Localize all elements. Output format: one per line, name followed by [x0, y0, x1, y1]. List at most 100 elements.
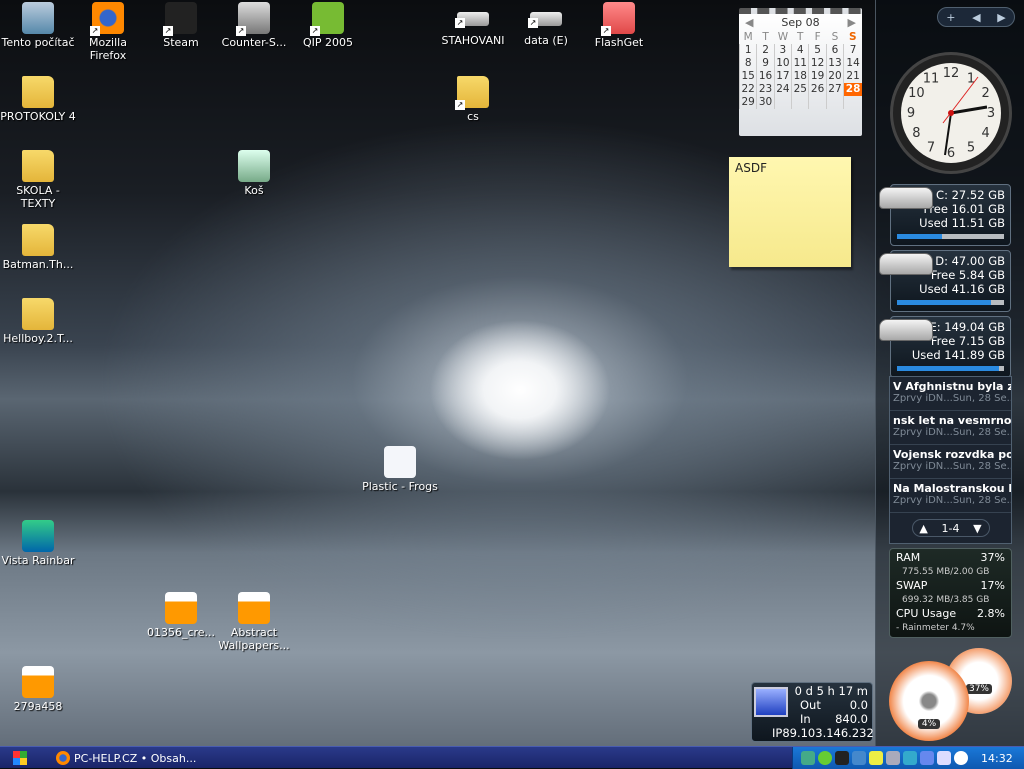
desktop-icon[interactable]: Vista Rainbar	[0, 520, 76, 567]
calendar-day[interactable]: 11	[791, 57, 809, 70]
steam-tray-icon[interactable]	[835, 751, 849, 765]
calendar-day[interactable]: 7	[843, 44, 862, 57]
calendar-day[interactable]: 15	[738, 70, 757, 83]
drive-usage-bar	[897, 234, 1004, 239]
calendar-day[interactable]: 10	[773, 57, 792, 70]
desktop-icon[interactable]: Batman.Th...	[0, 224, 76, 271]
desktop-icon[interactable]: Abstract Wallpapers...	[216, 592, 292, 652]
calendar-day[interactable]: 20	[825, 70, 844, 83]
prev-month-button[interactable]: ◀	[745, 16, 753, 29]
desktop-icon[interactable]: FlashGet	[581, 2, 657, 49]
desktop-icon[interactable]: 279a458	[0, 666, 76, 713]
svg-text:6: 6	[947, 146, 955, 161]
start-button[interactable]	[13, 751, 27, 765]
messenger-tray-icon[interactable]	[852, 751, 866, 765]
news-pager: ▲ 1-4 ▼	[911, 519, 990, 537]
calendar-day[interactable]: 24	[773, 83, 792, 96]
calendar-day[interactable]: 21	[843, 70, 862, 83]
desktop-icon[interactable]: Counter-S...	[216, 2, 292, 49]
calendar-day[interactable]	[808, 96, 827, 109]
tray-clock[interactable]: 14:32	[981, 752, 1013, 765]
calendar-day[interactable]	[791, 96, 809, 109]
calendar-day[interactable]: 17	[773, 70, 792, 83]
calendar-day[interactable]	[843, 96, 862, 109]
news-item[interactable]: nsk let na vesmrnou...Zprvy iDN...Sun, 2…	[890, 411, 1011, 445]
security-shield-icon[interactable]	[869, 751, 883, 765]
calendar-day[interactable]: 26	[808, 83, 827, 96]
desktop-icon[interactable]: Hellboy.2.T...	[0, 298, 76, 345]
calendar-day[interactable]: 6	[825, 44, 844, 57]
svg-text:11: 11	[923, 71, 940, 86]
calendar-day[interactable]	[825, 96, 844, 109]
sticky-note[interactable]: ASDF	[729, 157, 851, 267]
calendar-day[interactable]	[773, 96, 792, 109]
calendar-day[interactable]: 3	[773, 44, 792, 57]
network-icon	[754, 687, 788, 717]
desktop-icon-label: Vista Rainbar	[1, 554, 75, 567]
calendar-day[interactable]: 25	[791, 83, 809, 96]
recycle-bin-icon	[238, 150, 270, 182]
calendar-day[interactable]: 18	[791, 70, 809, 83]
desktop-icon[interactable]: cs	[435, 76, 511, 123]
calendar-day[interactable]: 22	[738, 83, 757, 96]
avast-icon[interactable]	[954, 751, 968, 765]
next-month-button[interactable]: ▶	[848, 16, 856, 29]
desktop-icon[interactable]: Tento počítač	[0, 2, 76, 49]
ram-label: RAM	[896, 551, 921, 564]
news-up-button[interactable]: ▲	[919, 522, 927, 535]
desktop-icon[interactable]: PROTOKOLY 4	[0, 76, 76, 123]
calendar-day[interactable]: 30	[756, 96, 775, 109]
bluetooth-icon[interactable]	[903, 751, 917, 765]
calendar-day[interactable]: 8	[738, 57, 757, 70]
desktop-icon-label: Mozilla Firefox	[89, 36, 127, 62]
calendar-day[interactable]: 28	[843, 83, 862, 96]
news-source: Zprvy iDN...	[893, 495, 953, 506]
desktop-icon[interactable]: STAHOVANI	[435, 2, 511, 47]
calendar-day[interactable]: 19	[808, 70, 827, 83]
speaker-icon[interactable]	[886, 751, 900, 765]
calendar-day[interactable]: 16	[756, 70, 775, 83]
calendar-day[interactable]: 5	[808, 44, 827, 57]
calendar-day[interactable]: 14	[843, 57, 862, 70]
folder-icon	[455, 76, 489, 110]
desktop-icon[interactable]: Steam	[143, 2, 219, 49]
calendar-day[interactable]: 9	[756, 57, 775, 70]
desktop-icon[interactable]: data (E)	[508, 2, 584, 47]
calendar-day[interactable]: 4	[791, 44, 809, 57]
news-down-button[interactable]: ▼	[973, 522, 981, 535]
icq-tray-icon[interactable]	[818, 751, 832, 765]
calendar-day[interactable]: 12	[808, 57, 827, 70]
network-tray-icon[interactable]	[801, 751, 815, 765]
desktop-icon[interactable]: SKOLA - TEXTY	[0, 150, 76, 210]
news-title: V Afghnistnu byla za...	[893, 380, 1011, 393]
news-page: 1-4	[941, 521, 960, 535]
svg-text:8: 8	[912, 126, 920, 141]
calendar-day[interactable]: 13	[825, 57, 844, 70]
add-gadget-button[interactable]: +	[946, 11, 955, 24]
desktop-icon[interactable]: QIP 2005	[290, 2, 366, 49]
calendar-day[interactable]: 1	[738, 44, 757, 57]
weekday: S	[849, 31, 857, 43]
prev-button[interactable]: ◀	[972, 11, 980, 24]
drive-used: Used 141.89 GB	[911, 348, 1005, 362]
desktop-icon[interactable]: Koš	[216, 150, 292, 197]
monitor-hz-icon[interactable]	[937, 751, 951, 765]
drive-gadget: D: 47.00 GB Free 5.84 GB Used 41.16 GB	[879, 250, 1011, 312]
taskbar-item-firefox[interactable]: PC-HELP.CZ • Obsah...	[56, 749, 196, 767]
calendar-day[interactable]: 27	[825, 83, 844, 96]
calendar-day[interactable]: 23	[756, 83, 775, 96]
news-item[interactable]: Vojensk rozvdka pot...Zprvy iDN...Sun, 2…	[890, 445, 1011, 479]
news-item[interactable]: V Afghnistnu byla za...Zprvy iDN...Sun, …	[890, 377, 1011, 411]
next-button[interactable]: ▶	[997, 11, 1005, 24]
calendar-day[interactable]: 29	[738, 96, 757, 109]
ram-value: 37%	[980, 551, 1005, 564]
desktop-icon[interactable]: Mozilla Firefox	[70, 2, 146, 62]
desktop-icon-label: Steam	[163, 36, 199, 49]
desktop-icon[interactable]: 01356_cre...	[143, 592, 219, 639]
swap-value: 17%	[980, 579, 1005, 592]
calendar-gadget[interactable]: ◀ Sep 08 ▶ M T W T F S S 1 2 3 4 5 6 7 8 9 10 11 12 13 14 15 16 1…	[738, 8, 862, 136]
calendar-day[interactable]: 2	[756, 44, 775, 57]
desktop-icon[interactable]: Plastic - Frogs	[362, 446, 438, 493]
news-item[interactable]: Na Malostranskou b...Zprvy iDN...Sun, 28…	[890, 479, 1011, 513]
update-icon[interactable]	[920, 751, 934, 765]
